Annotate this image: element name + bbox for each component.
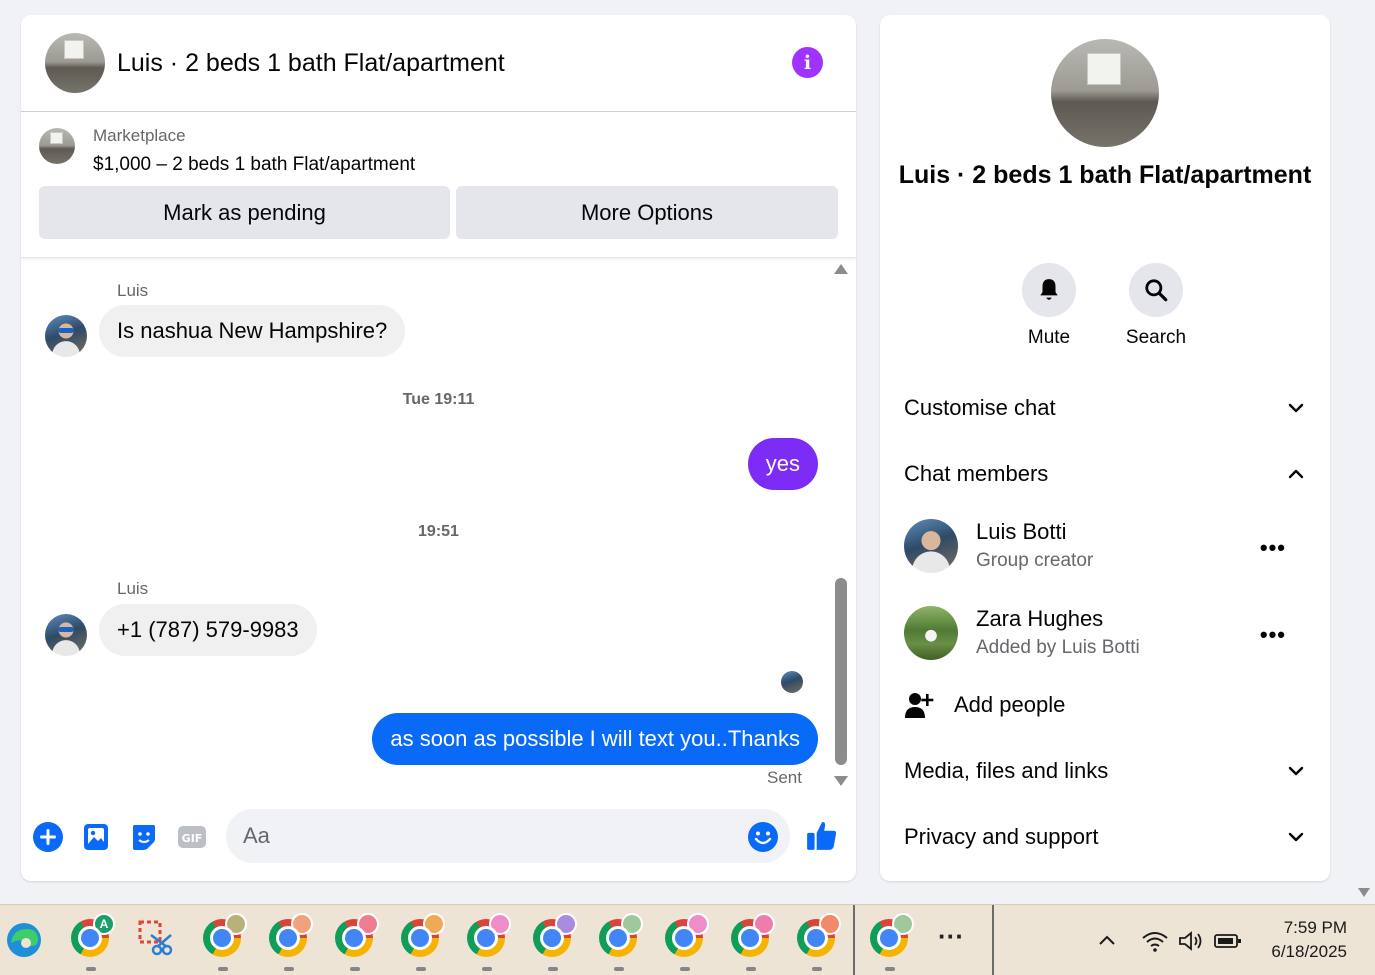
listing-price-title[interactable]: $1,000 – 2 beds 1 bath Flat/apartment (93, 154, 415, 176)
conversation-photo-large[interactable] (1051, 39, 1159, 147)
media-files-links-section[interactable]: Media, files and links (904, 751, 1306, 791)
chrome-profile-icon[interactable] (665, 913, 709, 971)
clock[interactable]: 7:59 PM 6/18/2025 (1271, 916, 1347, 964)
chat-members-section[interactable]: Chat members (904, 454, 1306, 494)
scroll-up-arrow[interactable] (834, 264, 848, 274)
member-avatar[interactable] (904, 519, 958, 573)
member-name: Zara Hughes (976, 606, 1104, 631)
chrome-profile-icon[interactable] (870, 913, 914, 971)
more-options-icon[interactable]: ••• (1260, 535, 1286, 561)
customise-chat-section[interactable]: Customise chat (904, 388, 1306, 428)
message-timestamp: 19:51 (418, 523, 459, 540)
clock-date: 6/18/2025 (1271, 942, 1347, 961)
sent-status: Sent (767, 768, 802, 787)
photo-icon[interactable] (80, 821, 112, 853)
chat-panel: Luis · 2 beds 1 bath Flat/apartment i Ma… (21, 15, 856, 881)
profile-badge: A (93, 913, 115, 935)
member-avatar[interactable] (904, 606, 958, 660)
scrollbar-thumb[interactable] (835, 578, 847, 765)
privacy-support-section[interactable]: Privacy and support (904, 817, 1306, 857)
member-name: Luis Botti (976, 519, 1067, 544)
more-options-icon[interactable]: ••• (1260, 622, 1286, 648)
chat-member[interactable]: Zara Hughes Added by Luis Botti ••• (904, 606, 1306, 662)
section-label: Chat members (904, 461, 1049, 486)
sender-avatar[interactable] (45, 614, 87, 656)
conversation-info-panel: Luis · 2 beds 1 bath Flat/apartment Mute… (880, 15, 1330, 881)
composer: GIF (21, 807, 856, 867)
chrome-profile-icon[interactable] (269, 913, 313, 971)
more-apps-icon[interactable]: ··· (938, 919, 978, 959)
chevron-down-icon (1288, 403, 1304, 413)
chrome-profile-icon[interactable] (797, 913, 841, 971)
chevron-up-icon (1288, 469, 1304, 479)
message-timestamp: Tue 19:11 (402, 391, 475, 408)
snipping-tool-icon[interactable] (137, 919, 177, 959)
chrome-profile-icon[interactable] (599, 913, 643, 971)
listing-photo[interactable] (39, 128, 75, 164)
battery-icon[interactable] (1213, 929, 1243, 953)
bell-icon (1040, 279, 1058, 300)
more-options-button[interactable]: More Options (456, 186, 838, 239)
system-tray (1096, 905, 1243, 975)
listing-card: Marketplace $1,000 – 2 beds 1 bath Flat/… (21, 112, 856, 258)
emoji-icon[interactable] (747, 821, 779, 853)
chrome-profile-icon[interactable] (731, 913, 775, 971)
chrome-profile-icon[interactable] (335, 913, 379, 971)
chrome-profile-icon[interactable]: A (71, 913, 115, 971)
search-button[interactable]: Search (1116, 263, 1196, 349)
chevron-up-icon[interactable] (1096, 930, 1118, 952)
svg-text:GIF: GIF (182, 832, 203, 845)
sender-avatar[interactable] (45, 315, 87, 357)
conversation-photo[interactable] (45, 33, 105, 93)
search-label: Search (1125, 327, 1187, 348)
message-list: Luis Is nashua New Hampshire? Tue 19:11 … (21, 261, 856, 801)
add-person-icon (905, 693, 934, 718)
chrome-profile-icon[interactable] (533, 913, 577, 971)
chrome-profile-icon[interactable] (401, 913, 445, 971)
add-people-button[interactable]: Add people (904, 687, 1065, 723)
info-icon[interactable]: i (792, 47, 823, 78)
add-icon[interactable] (32, 821, 64, 853)
gif-icon[interactable]: GIF (176, 821, 208, 853)
mute-label: Mute (1027, 327, 1071, 348)
seen-by-avatar (781, 671, 803, 693)
chrome-profile-icon[interactable] (203, 913, 247, 971)
message-bubble-incoming[interactable]: +1 (787) 579-9983 (99, 604, 317, 656)
volume-icon[interactable] (1177, 929, 1205, 953)
section-label: Privacy and support (904, 824, 1099, 849)
member-role: Group creator (976, 550, 1094, 571)
message-bubble-outgoing[interactable]: as soon as possible I will text you..Tha… (372, 713, 818, 765)
message-bubble-outgoing[interactable]: yes (747, 438, 818, 490)
sender-name: Luis (117, 579, 149, 598)
sender-name: Luis (117, 281, 149, 300)
conversation-title: Luis · 2 beds 1 bath Flat/apartment (898, 161, 1312, 189)
sticker-icon[interactable] (128, 821, 160, 853)
mute-button[interactable]: Mute (1009, 263, 1089, 349)
chat-header: Luis · 2 beds 1 bath Flat/apartment i (21, 15, 856, 112)
chevron-down-icon (1288, 766, 1304, 776)
like-icon[interactable] (805, 819, 839, 853)
chat-title[interactable]: Luis · 2 beds 1 bath Flat/apartment (117, 49, 505, 78)
section-label: Customise chat (904, 395, 1056, 420)
chevron-down-icon (1288, 832, 1304, 842)
chat-member[interactable]: Luis Botti Group creator ••• (904, 519, 1306, 575)
message-bubble-incoming[interactable]: Is nashua New Hampshire? (99, 305, 406, 357)
section-label: Media, files and links (904, 758, 1109, 783)
taskbar: A ··· 7:59 PM 6/18/2025 (0, 904, 1375, 975)
mark-as-pending-button[interactable]: Mark as pending (39, 186, 450, 239)
search-icon (1145, 279, 1168, 302)
chrome-profile-icon[interactable] (467, 913, 511, 971)
message-input[interactable] (226, 809, 790, 863)
add-people-label: Add people (954, 692, 1066, 717)
edge-icon[interactable] (5, 921, 45, 961)
wifi-icon[interactable] (1141, 929, 1169, 953)
clock-time: 7:59 PM (1283, 918, 1347, 937)
scroll-down-arrow[interactable] (834, 776, 848, 786)
listing-source: Marketplace (93, 126, 186, 145)
member-role: Added by Luis Botti (976, 637, 1140, 658)
page-scroll-down-arrow[interactable] (1358, 888, 1370, 897)
